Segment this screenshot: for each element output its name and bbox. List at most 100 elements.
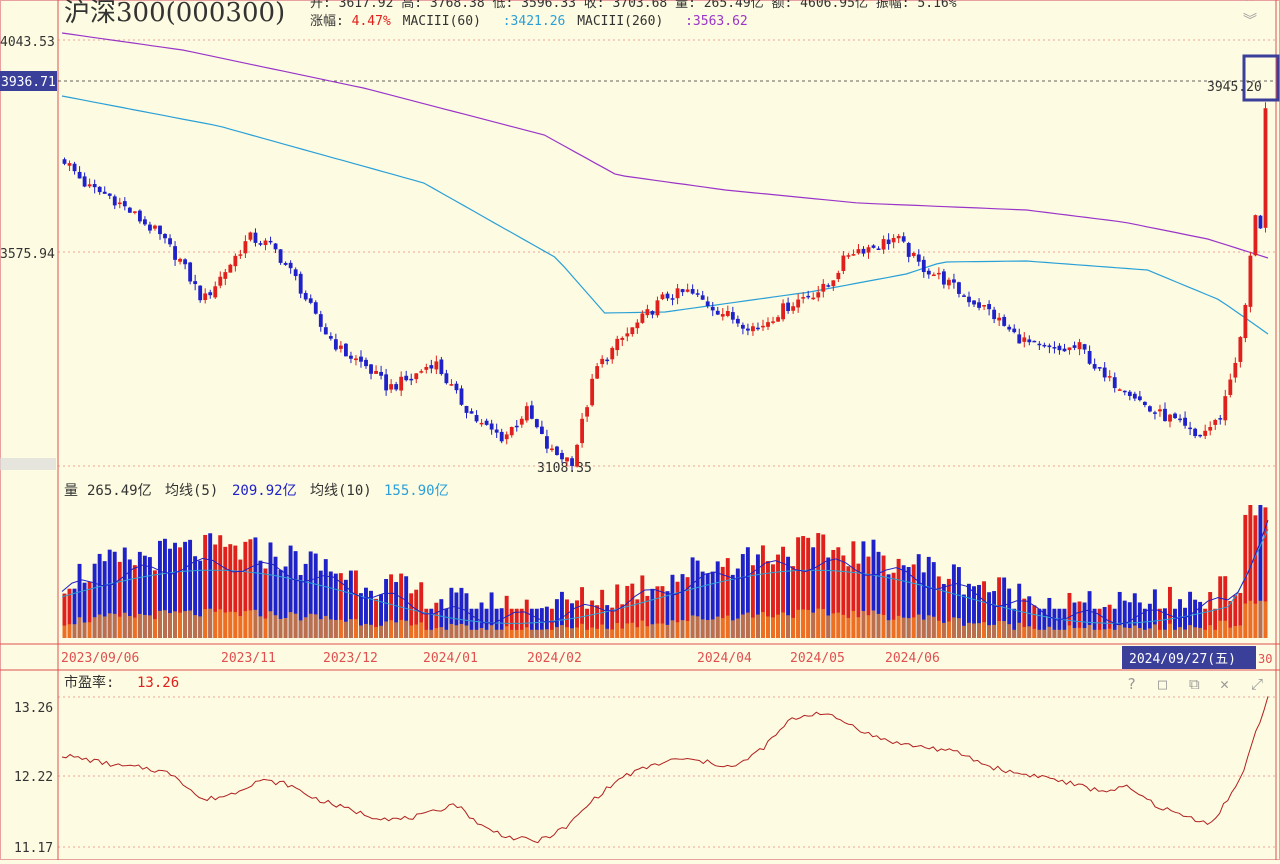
candle-body	[499, 431, 504, 442]
restore-icon[interactable]: ⧉	[1189, 675, 1200, 693]
volume-bar-lower	[871, 610, 876, 638]
candle-body	[771, 321, 775, 323]
candle-body	[253, 232, 258, 243]
candle-body	[972, 300, 976, 305]
volume-bar-lower	[1198, 627, 1203, 638]
volume-bar-lower	[615, 623, 620, 638]
volume-bar-lower	[554, 627, 559, 638]
volume-bar-lower	[630, 622, 635, 638]
price-indicator-line: 涨幅: 4.47% MACIII(60) :3421.26 MACIII(260…	[310, 10, 748, 29]
change-value: 4.47%	[351, 14, 391, 29]
candle-body	[620, 337, 625, 340]
popout-icon[interactable]: ⤢	[1251, 675, 1264, 693]
volume-bar-lower	[1097, 629, 1102, 638]
candle-body	[756, 327, 760, 330]
volume-bar-lower	[710, 619, 715, 638]
candle-body	[1022, 337, 1027, 342]
candle-body	[1153, 412, 1157, 414]
candle-body	[997, 317, 1002, 321]
candle-body	[1243, 304, 1248, 339]
candle-body	[148, 224, 152, 231]
volume-bar-lower	[796, 609, 801, 638]
volume-bar-lower	[233, 612, 238, 638]
candle-body	[338, 345, 343, 349]
candle-body	[846, 255, 851, 257]
candle-body	[233, 255, 238, 267]
volume-bar-lower	[936, 620, 941, 638]
candle-body	[444, 373, 449, 384]
volume-bar-lower	[87, 622, 92, 638]
candle-body	[1007, 326, 1012, 330]
candle-body	[936, 272, 941, 275]
volume-value: 265.49亿	[87, 483, 152, 499]
volume-bar-lower	[157, 610, 162, 638]
candle-body	[258, 243, 263, 245]
volume-bar-lower	[866, 615, 871, 638]
candle-body	[454, 383, 459, 391]
candle-body	[303, 292, 308, 300]
volume-bar-lower	[745, 612, 750, 638]
candle-body	[409, 378, 414, 381]
volume-bar-lower	[951, 617, 956, 638]
date-axis-label: 2023/11	[221, 651, 276, 666]
candle-body	[645, 309, 650, 316]
volume-bar-lower	[102, 616, 107, 638]
volume-bar-lower	[1087, 624, 1092, 638]
candle-body	[97, 186, 102, 193]
volume-bar-lower	[595, 628, 600, 638]
volume-bar-lower	[122, 612, 127, 638]
volume-bar-lower	[1253, 603, 1258, 638]
date-edge-digits: 30	[1258, 652, 1272, 666]
volume-bar-lower	[610, 629, 615, 638]
volume-bar-lower	[645, 626, 650, 638]
volume-bar-lower	[1052, 629, 1057, 638]
candle-body	[826, 285, 831, 287]
candle-body	[886, 239, 891, 245]
candle-body	[906, 243, 911, 257]
candle-body	[1188, 427, 1193, 430]
volume-bar-lower	[575, 627, 579, 638]
close-icon[interactable]: ✕	[1220, 675, 1229, 693]
volume-bar-lower	[821, 609, 826, 638]
volume-bar-lower	[565, 627, 569, 638]
candle-body	[519, 418, 524, 425]
help-icon[interactable]: ?	[1127, 675, 1136, 693]
volume-bar-lower	[700, 619, 705, 638]
volume-bar-lower	[1142, 629, 1147, 638]
volume-bar-lower	[1032, 628, 1037, 638]
volume-bar-lower	[771, 617, 775, 638]
ma60-value: :3421.26	[502, 14, 566, 29]
volume-bar-lower	[288, 612, 293, 638]
volume-bar-lower	[735, 618, 740, 638]
date-axis-label: 2023/09/06	[61, 651, 139, 666]
candle-body	[1228, 379, 1233, 395]
maximize-icon[interactable]: □	[1158, 675, 1167, 693]
volume-bar-lower	[836, 612, 841, 638]
scroll-up-icon[interactable]: ⌃	[1245, 0, 1253, 10]
candle-body	[117, 202, 122, 205]
volume-bar-lower	[62, 625, 67, 638]
candle-body	[876, 248, 881, 251]
volume-bar-lower	[353, 619, 358, 638]
pe-label: 市盈率:	[64, 674, 114, 691]
volume-bar-lower	[1168, 623, 1172, 638]
candle-body	[1193, 428, 1198, 437]
candle-body	[1263, 108, 1268, 228]
volume-bar-lower	[313, 614, 318, 638]
collapse-down-icon[interactable]: ︾	[1243, 10, 1257, 30]
volume-bar-lower	[650, 624, 655, 638]
candle-body	[550, 448, 554, 451]
candle-body	[781, 303, 785, 320]
volume-bar-lower	[856, 617, 861, 638]
candle-body	[1213, 419, 1218, 425]
volume-bar-lower	[308, 613, 313, 638]
volume-bar-lower	[1203, 629, 1208, 638]
volume-bar-lower	[1107, 628, 1112, 638]
candle-body	[158, 225, 162, 235]
stock-chart[interactable]: 4043.53 3936.71 3575.94 3108.35 3945.20 量 265.…	[0, 0, 1280, 860]
volume-bar-lower	[1092, 629, 1097, 638]
candle-body	[173, 246, 177, 260]
volume-bar-lower	[348, 619, 353, 638]
chart-window: 4043.53 3936.71 3575.94 3108.35 3945.20 量 265.…	[0, 0, 1280, 860]
candle-body	[529, 405, 534, 419]
